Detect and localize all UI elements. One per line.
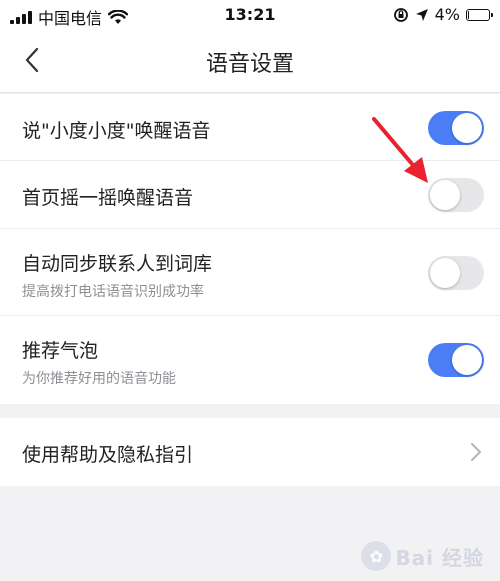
help-privacy-row[interactable]: 使用帮助及隐私指引: [0, 418, 500, 486]
nav-bar: 语音设置: [0, 28, 500, 93]
setting-description: 提高拨打电话语音识别成功率: [22, 284, 204, 300]
shake-wake-toggle[interactable]: [428, 178, 484, 212]
baidu-watermark: ✿ Bai 经验: [361, 541, 484, 571]
setting-label: 自动同步联系人到词库: [22, 253, 213, 275]
setting-row-sync-contacts[interactable]: 自动同步联系人到词库 提高拨打电话语音识别成功率: [0, 229, 500, 316]
toggle-knob: [430, 258, 460, 288]
orientation-lock-icon: [393, 7, 408, 22]
watermark-text: Bai 经验: [395, 545, 484, 570]
baidu-paw-icon: ✿: [361, 541, 392, 571]
status-right: 4%: [393, 5, 493, 24]
location-arrow-icon: [415, 8, 428, 21]
toggle-knob: [452, 345, 482, 375]
battery-percent: 4%: [434, 5, 460, 24]
setting-description: 为你推荐好用的语音功能: [22, 371, 176, 387]
setting-label: 首页摇一摇唤醒语音: [22, 187, 194, 209]
battery-level: [468, 10, 469, 19]
toggle-knob: [452, 113, 482, 143]
page-title: 语音设置: [205, 52, 294, 77]
recommend-bubble-toggle[interactable]: [428, 343, 484, 377]
sync-contacts-toggle[interactable]: [428, 256, 484, 290]
setting-row-recommend-bubble[interactable]: 推荐气泡 为你推荐好用的语音功能: [0, 316, 500, 404]
status-bar: 中国电信 13:21 4%: [0, 0, 500, 28]
help-section: 使用帮助及隐私指引: [0, 418, 500, 486]
wake-xiaodu-toggle[interactable]: [428, 111, 484, 145]
help-privacy-label: 使用帮助及隐私指引: [22, 444, 194, 466]
red-arrow-icon: [372, 117, 428, 183]
setting-label: 说"小度小度"唤醒语音: [22, 120, 211, 142]
toggle-knob: [430, 180, 460, 210]
setting-label: 推荐气泡: [22, 340, 99, 362]
chevron-right-icon: [471, 443, 481, 461]
battery-icon: [466, 8, 493, 21]
